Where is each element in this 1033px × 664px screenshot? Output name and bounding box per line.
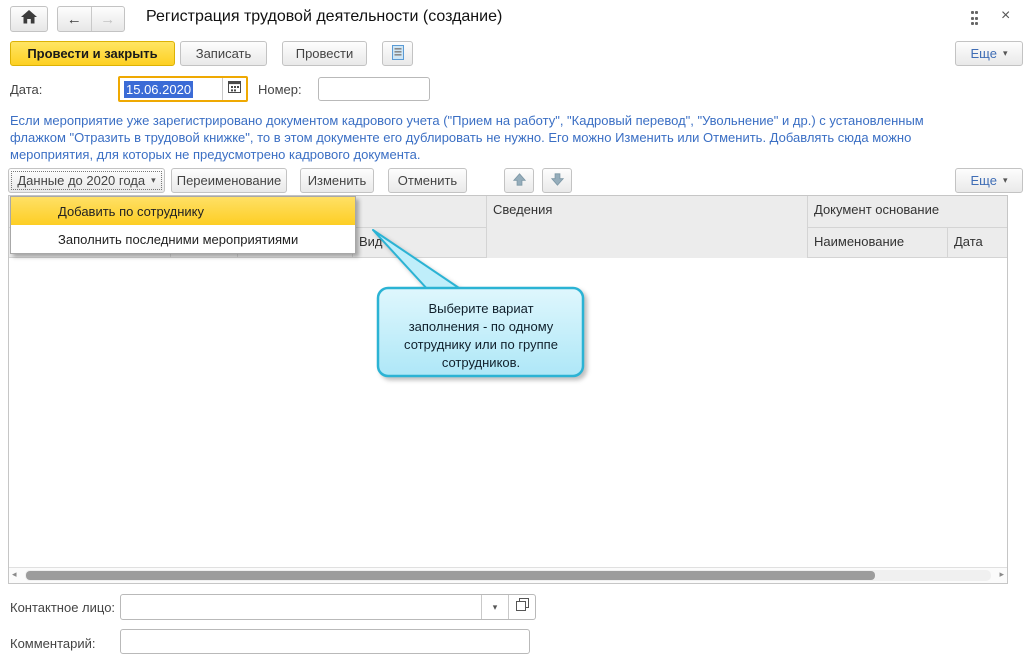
fill-dropdown-menu: Добавить по сотруднику Заполнить последн… [10, 196, 356, 254]
more-button-top[interactable]: Еще ▾ [955, 41, 1023, 66]
comment-field[interactable] [120, 629, 530, 654]
data-before-2020-label: Данные до 2020 года [17, 173, 146, 188]
number-input[interactable] [319, 78, 429, 100]
more-label: Еще [970, 173, 997, 188]
chevron-down-icon: ▾ [1002, 175, 1008, 185]
register-records-button[interactable] [382, 41, 413, 66]
chevron-down-icon: ▾ [1002, 48, 1008, 58]
save-button[interactable]: Записать [180, 41, 267, 66]
scrollbar-track[interactable] [25, 570, 991, 581]
number-label: Номер: [258, 82, 302, 97]
back-icon: ← [66, 10, 82, 28]
close-icon[interactable]: × [1001, 7, 1010, 25]
more-label: Еще [970, 46, 997, 61]
save-label: Записать [195, 46, 252, 61]
header-cell-naimenovanie[interactable]: Наименование [808, 228, 948, 258]
callout-line: заполнения - по одному [408, 319, 554, 334]
contact-open-button[interactable] [508, 595, 535, 619]
rename-button[interactable]: Переименование [171, 168, 287, 193]
hint-line: мероприятия, для которых не предусмотрен… [10, 147, 421, 162]
number-field[interactable] [318, 77, 430, 101]
move-down-button[interactable] [542, 168, 572, 193]
rename-label: Переименование [176, 173, 282, 188]
contact-dropdown-button[interactable]: ▾ [481, 595, 508, 619]
edit-button[interactable]: Изменить [300, 168, 374, 193]
home-button[interactable] [10, 6, 48, 32]
date-value-selected: 15.06.2020 [124, 80, 194, 98]
forward-icon: → [100, 10, 116, 28]
page-title: Регистрация трудовой деятельности (созда… [146, 8, 503, 25]
calendar-icon [228, 80, 241, 98]
menu-item-add-by-employee[interactable]: Добавить по сотруднику [11, 197, 355, 225]
callout-text: Выберите вариат заполнения - по одному с… [383, 300, 579, 372]
arrow-down-icon [550, 172, 564, 189]
register-records-icon [391, 44, 404, 63]
post-and-close-button[interactable]: Провести и закрыть [10, 41, 175, 66]
more-menu-icon[interactable] [971, 9, 981, 27]
window: ← → Регистрация трудовой деятельности (с… [0, 0, 1033, 664]
date-field[interactable]: 15.06.2020 [118, 76, 248, 102]
post-label: Провести [295, 46, 354, 61]
chevron-down-icon: ▾ [151, 175, 156, 185]
back-button[interactable]: ← [58, 7, 91, 31]
hint-line: Если мероприятие уже зарегистрировано до… [10, 113, 924, 128]
header-cell-doc-osnovanie[interactable]: Документ основание [808, 196, 1007, 228]
menu-item-fill-last-events[interactable]: Заполнить последними мероприятиями [11, 225, 355, 253]
header-cell-vid[interactable]: Вид [353, 228, 487, 258]
date-label: Дата: [10, 82, 43, 97]
history-nav: ← → [57, 6, 125, 32]
scroll-left-icon[interactable]: ◂ [12, 569, 17, 580]
scrollbar-thumb[interactable] [26, 571, 875, 580]
contact-field[interactable]: ▾ [120, 594, 536, 620]
comment-input[interactable] [121, 630, 529, 653]
horizontal-scrollbar[interactable]: ◂ ▸ [9, 567, 1007, 583]
contact-input-area[interactable] [121, 595, 481, 619]
callout-line: Выберите вариат [428, 301, 534, 316]
cancel-label: Отменить [397, 173, 458, 188]
arrow-up-icon [512, 172, 526, 189]
hint-line: флажком "Отразить в трудовой книжке", то… [10, 130, 912, 145]
header-cell [353, 196, 487, 228]
cancel-button[interactable]: Отменить [388, 168, 467, 193]
post-button[interactable]: Провести [282, 41, 367, 66]
data-before-2020-dropdown[interactable]: Данные до 2020 года ▾ [8, 168, 165, 193]
open-in-form-icon [515, 598, 529, 616]
callout-line: сотрудников. [441, 355, 521, 370]
contact-input[interactable] [121, 595, 481, 619]
post-and-close-label: Провести и закрыть [27, 46, 158, 61]
header-cell-svedeniya[interactable]: Сведения [487, 196, 808, 258]
chevron-down-icon: ▾ [492, 601, 498, 612]
comment-label: Комментарий: [10, 636, 96, 651]
home-icon [21, 9, 37, 29]
forward-button[interactable]: → [91, 7, 124, 31]
contact-label: Контактное лицо: [10, 600, 116, 615]
move-up-button[interactable] [504, 168, 534, 193]
hint-text: Если мероприятие уже зарегистрировано до… [10, 112, 1026, 163]
callout-line: сотруднику или по группе [404, 337, 558, 352]
edit-label: Изменить [307, 173, 367, 188]
calendar-button[interactable] [222, 78, 246, 100]
more-button-table[interactable]: Еще ▾ [955, 168, 1023, 193]
header-cell-data[interactable]: Дата [948, 228, 1007, 258]
scroll-right-icon[interactable]: ▸ [999, 569, 1004, 580]
date-value: 15.06.2020 [120, 78, 222, 100]
